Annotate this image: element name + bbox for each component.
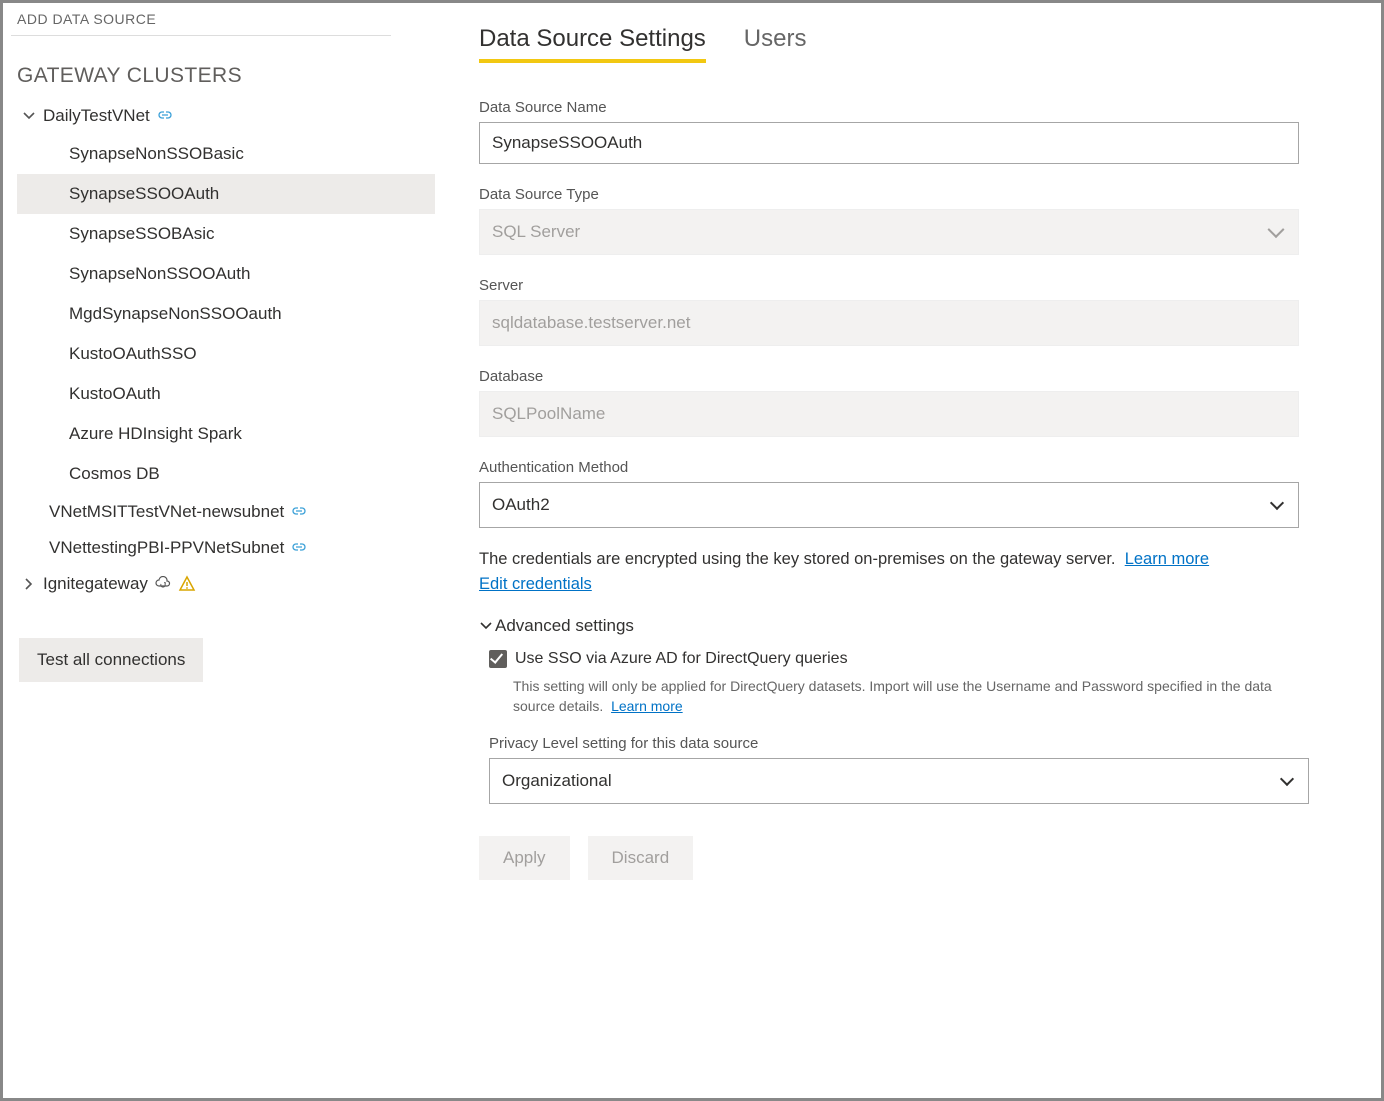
warning-icon xyxy=(178,575,196,593)
apply-button[interactable]: Apply xyxy=(479,836,570,880)
divider xyxy=(11,35,391,36)
chevron-down-icon xyxy=(479,619,493,633)
input-data-source-name[interactable] xyxy=(479,122,1299,164)
sidebar: ADD DATA SOURCE GATEWAY CLUSTERS DailyTe… xyxy=(3,3,435,1098)
cluster-label: Ignitegateway xyxy=(43,574,148,594)
datasource-item[interactable]: MgdSynapseNonSSOOauth xyxy=(17,294,435,334)
advanced-settings-body: Use SSO via Azure AD for DirectQuery que… xyxy=(479,650,1381,804)
label-server: Server xyxy=(479,277,1381,294)
datasource-item[interactable]: KustoOAuthSSO xyxy=(17,334,435,374)
chevron-down-icon xyxy=(21,108,37,124)
cluster-label: VNettestingPBI-PPVNetSubnet xyxy=(49,538,284,558)
label-database: Database xyxy=(479,368,1381,385)
advanced-settings-label: Advanced settings xyxy=(495,616,634,636)
cluster-label: VNetMSITTestVNet-newsubnet xyxy=(49,502,284,522)
test-connections-button[interactable]: Test all connections xyxy=(19,638,203,682)
credentials-info-body: The credentials are encrypted using the … xyxy=(479,550,1116,568)
tab-users[interactable]: Users xyxy=(744,25,807,59)
main-panel: Data Source Settings Users Data Source N… xyxy=(435,3,1381,1098)
datasource-item[interactable]: SynapseNonSSOOAuth xyxy=(17,254,435,294)
cluster-label: DailyTestVNet xyxy=(43,106,150,126)
edit-credentials-link[interactable]: Edit credentials xyxy=(479,575,592,593)
datasource-item[interactable]: Azure HDInsight Spark xyxy=(17,414,435,454)
sso-hint-text: This setting will only be applied for Di… xyxy=(489,668,1309,717)
input-database-disabled: SQLPoolName xyxy=(479,391,1299,437)
link-icon xyxy=(290,541,308,555)
cluster-row-ignitegateway[interactable]: Ignitegateway xyxy=(17,566,435,602)
select-auth-method[interactable]: OAuth2 xyxy=(479,482,1299,528)
sso-checkbox-row[interactable]: Use SSO via Azure AD for DirectQuery que… xyxy=(489,650,1381,668)
discard-button[interactable]: Discard xyxy=(588,836,694,880)
gateway-clusters-heading: GATEWAY CLUSTERS xyxy=(11,64,435,98)
cluster-row-vnetmsit[interactable]: VNetMSITTestVNet-newsubnet xyxy=(17,494,435,530)
cluster-children: SynapseNonSSOBasic SynapseSSOOAuth Synap… xyxy=(17,134,435,494)
checkbox-checked-icon[interactable] xyxy=(489,650,507,668)
sso-learn-more-link[interactable]: Learn more xyxy=(611,698,683,714)
sso-checkbox-label: Use SSO via Azure AD for DirectQuery que… xyxy=(515,650,848,668)
datasource-item-selected[interactable]: SynapseSSOOAuth xyxy=(17,174,435,214)
select-data-source-type-disabled: SQL Server xyxy=(479,209,1299,255)
credentials-info-text: The credentials are encrypted using the … xyxy=(479,550,1319,569)
cloud-sync-icon xyxy=(154,576,172,592)
link-icon xyxy=(290,505,308,519)
datasource-item[interactable]: Cosmos DB xyxy=(17,454,435,494)
cluster-row-dailytestvnet[interactable]: DailyTestVNet xyxy=(17,98,435,134)
cluster-tree: DailyTestVNet SynapseNonSSOBasic Synapse… xyxy=(11,98,435,602)
chevron-right-icon xyxy=(21,576,37,592)
form-button-row: Apply Discard xyxy=(479,836,1381,880)
label-data-source-type: Data Source Type xyxy=(479,186,1381,203)
cluster-row-vnettesting[interactable]: VNettestingPBI-PPVNetSubnet xyxy=(17,530,435,566)
link-icon xyxy=(156,109,174,123)
label-privacy-level: Privacy Level setting for this data sour… xyxy=(489,735,1381,752)
label-data-source-name: Data Source Name xyxy=(479,99,1381,116)
tab-data-source-settings[interactable]: Data Source Settings xyxy=(479,25,706,63)
datasource-item[interactable]: KustoOAuth xyxy=(17,374,435,414)
datasource-item[interactable]: SynapseSSOBAsic xyxy=(17,214,435,254)
label-auth-method: Authentication Method xyxy=(479,459,1381,476)
select-privacy-level[interactable]: Organizational xyxy=(489,758,1309,804)
tabs: Data Source Settings Users xyxy=(479,25,1381,63)
advanced-settings-toggle[interactable]: Advanced settings xyxy=(479,616,1381,636)
input-server-disabled: sqldatabase.testserver.net xyxy=(479,300,1299,346)
learn-more-link[interactable]: Learn more xyxy=(1125,550,1209,568)
datasource-item[interactable]: SynapseNonSSOBasic xyxy=(17,134,435,174)
add-data-source-link[interactable]: ADD DATA SOURCE xyxy=(11,7,435,35)
